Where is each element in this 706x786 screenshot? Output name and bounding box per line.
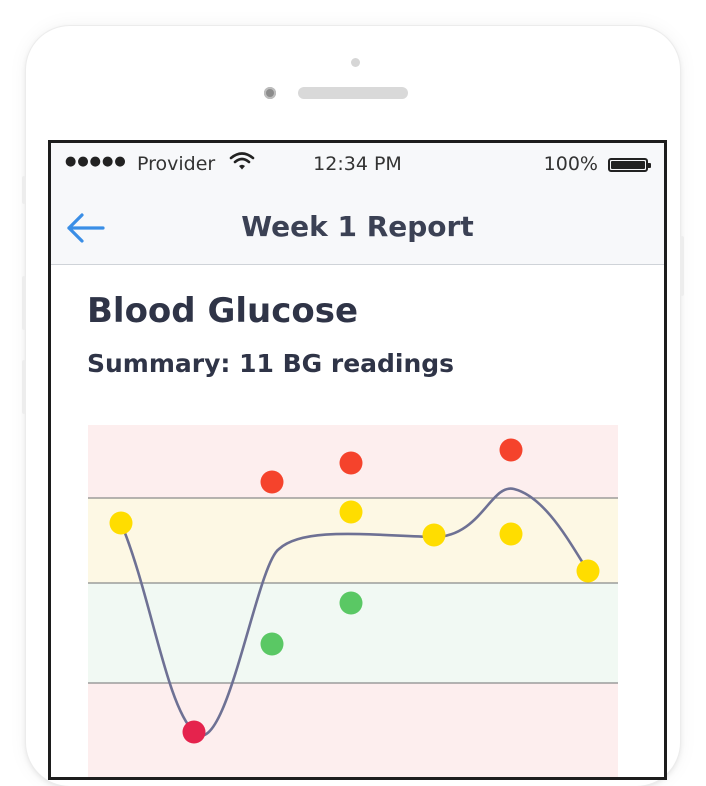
- reading-point-elevated[interactable]: [422, 523, 446, 547]
- silent-switch: [22, 176, 26, 204]
- phone-screen: ●●●●● Provider 12:34 PM 100% Week 1 Repo…: [48, 140, 667, 780]
- reading-point-elevated[interactable]: [576, 559, 600, 583]
- reading-point-high[interactable]: [499, 438, 523, 462]
- earpiece-speaker: [298, 87, 408, 99]
- battery-icon: [608, 158, 651, 172]
- power-button: [680, 236, 684, 296]
- page-title: Week 1 Report: [241, 210, 474, 243]
- front-camera: [264, 87, 276, 99]
- status-bar: ●●●●● Provider 12:34 PM 100%: [51, 143, 664, 189]
- reading-point-elevated[interactable]: [109, 511, 133, 535]
- reading-point-high[interactable]: [339, 451, 363, 475]
- volume-down-button: [22, 360, 26, 414]
- reading-point-in-range[interactable]: [260, 632, 284, 656]
- reading-point-elevated[interactable]: [499, 522, 523, 546]
- volume-up-button: [22, 276, 26, 330]
- band-low: [88, 683, 618, 777]
- navigation-bar: Week 1 Report: [51, 189, 664, 265]
- reading-point-low[interactable]: [182, 720, 206, 744]
- battery-percentage: 100%: [543, 153, 598, 175]
- blood-glucose-chart: [88, 425, 618, 777]
- reading-point-high[interactable]: [260, 470, 284, 494]
- proximity-sensor: [351, 58, 360, 67]
- reading-point-elevated[interactable]: [339, 500, 363, 524]
- reading-point-in-range[interactable]: [339, 591, 363, 615]
